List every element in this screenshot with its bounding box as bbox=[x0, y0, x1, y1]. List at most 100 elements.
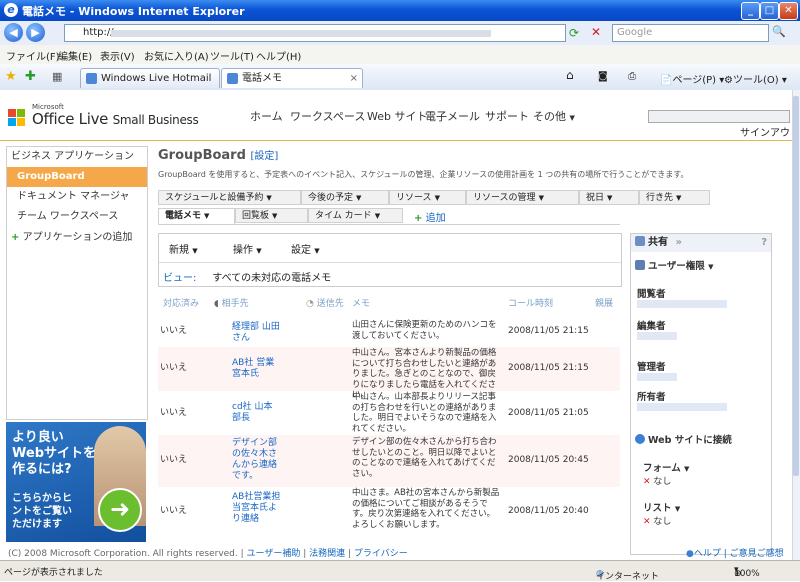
refresh-icon[interactable]: ⟳ bbox=[569, 26, 579, 40]
arrow-right-icon[interactable]: ➜ bbox=[98, 488, 142, 532]
tab-schedule[interactable]: スケジュールと設備予約 ▼ bbox=[158, 190, 301, 205]
close-tab-icon[interactable]: × bbox=[350, 69, 358, 88]
cell-memo: 中山さん。山本部長よりリリース記事の打ち合わせを行いとの連絡がありました。明日で… bbox=[352, 392, 497, 434]
footer-link-legal[interactable]: 法務関連 bbox=[309, 549, 345, 559]
tab-resources[interactable]: リソース ▼ bbox=[389, 190, 466, 205]
new-menu[interactable]: 新規 ▼ bbox=[169, 241, 198, 256]
tab-resource-mgmt[interactable]: リソースの管理 ▼ bbox=[466, 190, 579, 205]
promo-banner[interactable]: より良い Webサイトを 作るには? こちらからヒ ントをご覧い ただけます ➜ bbox=[6, 422, 146, 542]
table-row[interactable]: いいえ AB社 営業 宮本氏 中山さん。宮本さんより新製品の価格について打ち合わ… bbox=[158, 347, 620, 400]
stop-icon[interactable]: ✕ bbox=[591, 25, 601, 39]
add-favorites-icon[interactable]: ✚ bbox=[25, 69, 36, 84]
tab-destination[interactable]: 行き先 ▼ bbox=[639, 190, 710, 205]
maximize-button[interactable]: □ bbox=[760, 2, 779, 20]
view-value: すべての未対応の電話メモ bbox=[212, 273, 332, 284]
list-menu[interactable]: リスト ▼ bbox=[643, 500, 680, 514]
connect-website-header: Web サイトに接続 bbox=[635, 432, 732, 446]
tab-circular-label: 回覧板 bbox=[242, 211, 270, 221]
home-icon[interactable]: ⌂ bbox=[566, 68, 574, 82]
zoom-control[interactable]: ⊕ 100% ▾ bbox=[734, 565, 760, 579]
footer-link-accessibility[interactable]: ユーザー補助 bbox=[247, 549, 301, 559]
close-window-button[interactable]: ✕ bbox=[779, 2, 798, 20]
quick-tabs-icon[interactable]: ▦ bbox=[52, 70, 62, 83]
cell-party-link[interactable]: AB社営業担当宮本氏より連絡 bbox=[232, 492, 284, 525]
actions-menu[interactable]: 操作 ▼ bbox=[233, 241, 262, 256]
nav-workspace[interactable]: ワークスペース bbox=[290, 108, 365, 124]
menu-tools[interactable]: ツール(T) bbox=[210, 48, 254, 63]
form-menu[interactable]: フォーム ▼ bbox=[643, 460, 689, 474]
toolbar-divider bbox=[159, 262, 621, 263]
feed-icon[interactable]: ◙ bbox=[598, 71, 608, 82]
page-menu[interactable]: 📄ページ(P) ▾ bbox=[660, 71, 724, 86]
tab-holidays[interactable]: 祝日 ▼ bbox=[579, 190, 639, 205]
cell-party-link[interactable]: 経理部 山田さん bbox=[232, 322, 284, 344]
table-row[interactable]: いいえ cd社 山本 部長 中山さん。山本部長よりリリース記事の打ち合わせを行い… bbox=[158, 392, 620, 434]
nav-website[interactable]: Web サイト bbox=[367, 108, 427, 124]
chevron-down-icon: ▼ bbox=[204, 212, 210, 220]
minimize-button[interactable]: _ bbox=[741, 2, 760, 20]
scrollbar-thumb[interactable] bbox=[793, 96, 799, 476]
address-bar[interactable]: http:// bbox=[64, 24, 566, 42]
menu-favorites[interactable]: お気に入り(A) bbox=[144, 48, 209, 63]
cell-party-link[interactable]: デザイン部の佐々木さんから連絡です。 bbox=[232, 438, 284, 482]
window-titlebar: e 電話メモ - Windows Internet Explorer _ □ ✕ bbox=[0, 0, 800, 21]
clock-icon: ◔ bbox=[306, 299, 314, 309]
cell-party-link[interactable]: cd社 山本 部長 bbox=[232, 402, 284, 424]
menu-help[interactable]: ヘルプ(H) bbox=[256, 48, 301, 63]
sidebar-item-groupboard[interactable]: GroupBoard bbox=[7, 167, 147, 187]
menu-file[interactable]: ファイル(F) bbox=[6, 48, 60, 63]
search-icon[interactable]: 🔍 bbox=[772, 25, 786, 38]
signout-link[interactable]: サインアウト bbox=[740, 124, 792, 139]
cell-done: いいえ bbox=[160, 408, 188, 418]
sidebar-item-team-workspace[interactable]: チーム ワークスペース bbox=[7, 207, 157, 227]
table-row[interactable]: いいえ AB社営業担当宮本氏より連絡 中山さま。AB社の宮本さんから新製品の価格… bbox=[158, 488, 620, 538]
column-calltime[interactable]: コール時刻 bbox=[508, 296, 553, 309]
tab-hotmail[interactable]: Windows Live Hotmail bbox=[80, 68, 220, 88]
view-selector[interactable]: ビュー: すべての未対応の電話メモ bbox=[163, 269, 331, 284]
tab-upcoming[interactable]: 今後の予定 ▼ bbox=[301, 190, 389, 205]
menu-edit[interactable]: 編集(E) bbox=[58, 48, 92, 63]
sidebar-add-app[interactable]: + アプリケーションの追加 bbox=[7, 228, 151, 248]
tab-phone-memo[interactable]: 電話メモ ▼ bbox=[158, 208, 235, 225]
sidebar-item-document-manager[interactable]: ドキュメント マネージャ bbox=[7, 187, 157, 207]
column-party-label[interactable]: 相手先 bbox=[222, 299, 249, 309]
column-memo[interactable]: メモ bbox=[352, 296, 370, 309]
search-input[interactable]: Google bbox=[612, 24, 769, 42]
tab-denwa-memo[interactable]: 電話メモ × bbox=[221, 68, 363, 88]
chevron-down-icon: ▼ bbox=[266, 194, 272, 202]
menu-view[interactable]: 表示(V) bbox=[100, 48, 135, 63]
print-icon[interactable]: ⎙ bbox=[628, 71, 636, 82]
table-row[interactable]: いいえ デザイン部の佐々木さんから連絡です。 デザイン部の佐々木さんから打ち合わ… bbox=[158, 435, 620, 487]
favorites-star-icon[interactable]: ★ bbox=[5, 69, 17, 84]
account-dropdown[interactable] bbox=[648, 110, 790, 123]
chevron-down-icon: ▼ bbox=[569, 114, 575, 122]
help-icon[interactable]: ? bbox=[761, 234, 767, 252]
x-icon: ✕ bbox=[643, 517, 651, 527]
nav-more-label[interactable]: その他 bbox=[533, 110, 566, 123]
address-url[interactable]: http:// bbox=[83, 27, 114, 38]
zoom-label: 100% bbox=[734, 569, 760, 579]
footer-help-link[interactable]: ヘルプ bbox=[694, 549, 721, 559]
status-text: ページが表示されました bbox=[4, 568, 103, 578]
add-tab-link[interactable]: + 追加 bbox=[414, 209, 446, 224]
actions-menu-label: 操作 bbox=[233, 245, 253, 256]
settings-link-label[interactable]: 設定 bbox=[254, 151, 274, 162]
forward-icon[interactable]: ▶ bbox=[26, 23, 45, 42]
table-row[interactable]: いいえ 経理部 山田さん 山田さんに保険更新のためのハンコを渡しておいてください… bbox=[158, 316, 620, 346]
footer-feedback-link[interactable]: ご意見ご感想 bbox=[730, 549, 784, 559]
cell-party-link[interactable]: AB社 営業 宮本氏 bbox=[232, 358, 284, 380]
tab-timecard[interactable]: タイム カード ▼ bbox=[308, 208, 403, 223]
tab-circular[interactable]: 回覧板 ▼ bbox=[235, 208, 308, 223]
nav-home[interactable]: ホーム bbox=[250, 108, 283, 124]
nav-email[interactable]: 電子メール bbox=[425, 108, 480, 124]
column-sentto-label[interactable]: 送信先 bbox=[317, 299, 344, 309]
settings-menu[interactable]: 設定 ▼ bbox=[291, 241, 320, 256]
tools-menu[interactable]: ⚙ツール(O) ▾ bbox=[724, 71, 787, 86]
nav-support[interactable]: サポート bbox=[485, 108, 529, 124]
back-icon[interactable]: ◀ bbox=[4, 23, 23, 42]
permissions-menu[interactable]: ユーザー権限 ▼ bbox=[635, 258, 714, 272]
footer-link-privacy[interactable]: プライバシー bbox=[354, 549, 408, 559]
column-private[interactable]: 親展 bbox=[595, 296, 613, 309]
column-done[interactable]: 対応済み bbox=[163, 296, 199, 309]
collapse-icon[interactable]: » bbox=[675, 237, 681, 248]
